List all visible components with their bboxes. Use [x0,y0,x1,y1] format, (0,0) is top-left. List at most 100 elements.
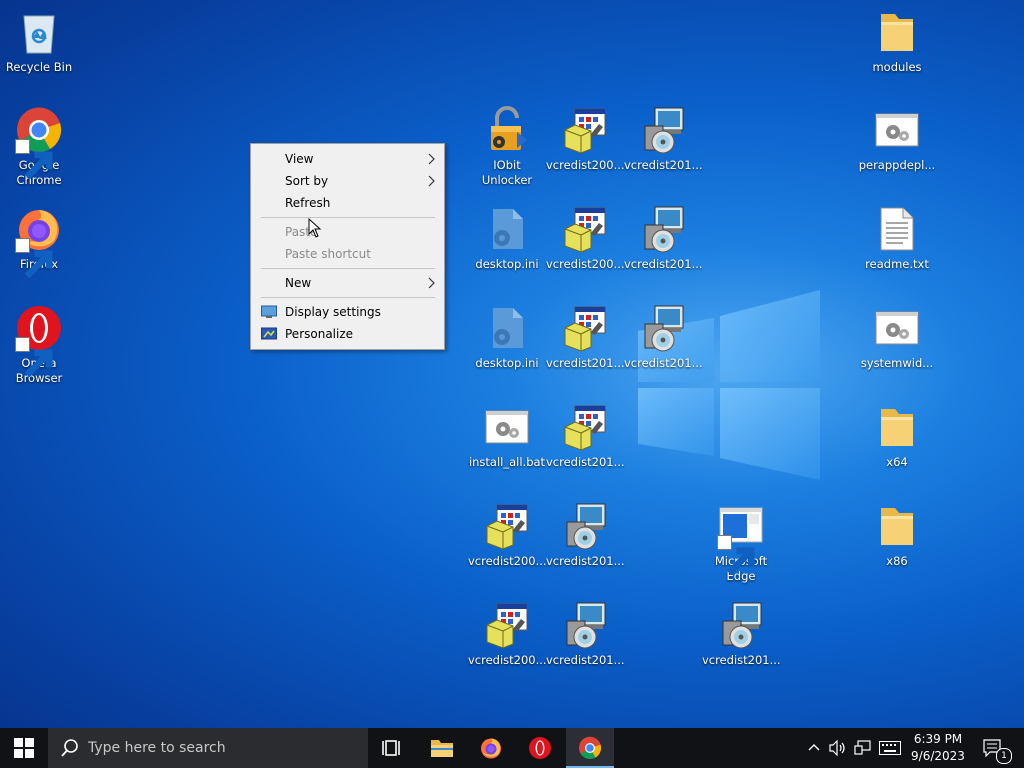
menu-item-label: Personalize [285,327,354,341]
chevron-right-icon [428,175,435,187]
desktop-icon-vcredist[interactable]: vcredist200... [546,205,625,272]
icon-label: desktop.ini [475,257,539,271]
installer-icon [561,304,609,352]
desktop-icon-vcredist[interactable]: vcredist201... [624,205,703,272]
icon-label: install_all.bat [468,455,546,469]
config-file-icon [483,304,531,352]
desktop-icon-desktop-ini[interactable]: desktop.ini [468,205,546,272]
desktop-icon-google-chrome[interactable]: Google Chrome [0,106,78,188]
menu-item-refresh[interactable]: Refresh [251,192,444,214]
icon-label: perappdepl... [858,158,936,172]
taskbar-search-box[interactable]: Type here to search [48,728,368,768]
icon-label: systemwid... [860,356,934,370]
menu-item-sort-by[interactable]: Sort by [251,170,444,192]
icon-label: modules [872,60,922,74]
clock-time: 6:39 PM [913,732,963,746]
text-file-icon [873,205,921,253]
installer-icon [561,403,609,451]
shortcut-arrow-icon [15,337,30,352]
menu-item-label: New [285,276,312,290]
input-indicator-button[interactable] [877,728,903,768]
desktop-icon-firefox[interactable]: Firefox [0,205,78,272]
installer-icon [561,205,609,253]
notification-badge: 1 [996,748,1012,764]
desktop-icon-vcredist[interactable]: vcredist200... [468,502,547,569]
desktop[interactable]: Recycle Bin Google Chrome Firefox Opera … [0,0,1024,728]
menu-item-paste: Paste [251,221,444,243]
mouse-cursor-icon [308,218,322,238]
desktop-icon-vcredist[interactable]: vcredist200... [468,601,547,668]
desktop-icon-x64[interactable]: x64 [858,403,936,470]
folder-icon [873,403,921,451]
desktop-icon-iobit-unlocker[interactable]: IObit Unlocker [468,106,546,188]
icon-label: vcredist200... [468,653,547,667]
desktop-icon-opera[interactable]: Opera Browser [0,304,78,386]
recycle-bin-icon [15,8,63,56]
installer-icon [483,601,531,649]
desktop-icon-desktop-ini-2[interactable]: desktop.ini [468,304,546,371]
network-icon [854,740,871,755]
icon-label: vcredist201... [624,158,703,172]
icon-label: desktop.ini [475,356,539,370]
shortcut-arrow-icon [15,139,30,154]
shortcut-arrow-icon [717,535,732,550]
display-settings-icon [261,305,277,318]
icon-label: vcredist201... [546,356,625,370]
desktop-icon-vcredist[interactable]: vcredist201... [546,502,625,569]
setup-cd-icon [639,304,687,352]
menu-separator [261,217,435,218]
keyboard-icon [879,741,901,755]
desktop-icon-vcredist[interactable]: vcredist201... [624,304,703,371]
desktop-icon-recycle-bin[interactable]: Recycle Bin [0,8,78,75]
chevron-right-icon [428,277,435,289]
icon-label: vcredist201... [546,554,625,568]
menu-item-label: Sort by [285,174,329,188]
desktop-icon-vcredist[interactable]: vcredist201... [546,304,625,371]
show-hidden-icons-button[interactable] [804,728,824,768]
start-button[interactable] [0,728,48,768]
batch-file-icon [483,403,531,451]
icon-label: vcredist201... [546,455,625,469]
desktop-icon-vcredist[interactable]: vcredist201... [546,403,625,470]
desktop-icon-perappdepl[interactable]: perappdepl... [858,106,936,173]
search-icon [61,739,78,757]
action-center-button[interactable]: 1 [978,728,1024,768]
desktop-icon-vcredist[interactable]: vcredist201... [702,601,781,668]
windows-start-icon [14,738,34,758]
folder-icon [873,502,921,550]
menu-item-new[interactable]: New [251,272,444,294]
menu-item-display-settings[interactable]: Display settings [251,301,444,323]
menu-item-view[interactable]: View [251,148,444,170]
taskbar-opera[interactable] [516,728,564,768]
desktop-context-menu: View Sort by Refresh Paste Paste shortcu… [250,143,445,350]
desktop-icon-systemwid[interactable]: systemwid... [858,304,936,371]
network-button[interactable] [852,728,874,768]
desktop-icon-install-all-bat[interactable]: install_all.bat [468,403,546,470]
clock-date: 9/6/2023 [911,749,965,763]
installer-icon [561,106,609,154]
menu-item-label: Refresh [285,196,331,210]
menu-item-label: View [285,152,314,166]
desktop-icon-vcredist[interactable]: vcredist200... [546,106,625,173]
icon-label: readme.txt [865,257,929,271]
taskbar-chrome[interactable] [566,728,614,768]
config-file-icon [483,205,531,253]
speaker-icon [829,740,845,756]
menu-item-personalize[interactable]: Personalize [251,323,444,345]
taskbar-file-explorer[interactable] [418,728,466,768]
volume-button[interactable] [828,728,848,768]
desktop-icon-modules[interactable]: modules [858,8,936,75]
desktop-icon-vcredist[interactable]: vcredist201... [546,601,625,668]
file-explorer-icon [431,740,453,757]
desktop-icon-vcredist[interactable]: vcredist201... [624,106,703,173]
desktop-icon-x86[interactable]: x86 [858,502,936,569]
desktop-icon-microsoft-edge[interactable]: Microsoft Edge [702,502,780,584]
taskbar-clock[interactable]: 6:39 PM 9/6/2023 [902,728,974,768]
search-placeholder: Type here to search [88,740,226,756]
desktop-icon-readme[interactable]: readme.txt [858,205,936,272]
icon-label: x64 [886,455,908,469]
task-view-button[interactable] [368,728,416,768]
taskbar-firefox[interactable] [467,728,515,768]
shortcut-arrow-icon [15,238,30,253]
icon-label: vcredist200... [546,158,625,172]
